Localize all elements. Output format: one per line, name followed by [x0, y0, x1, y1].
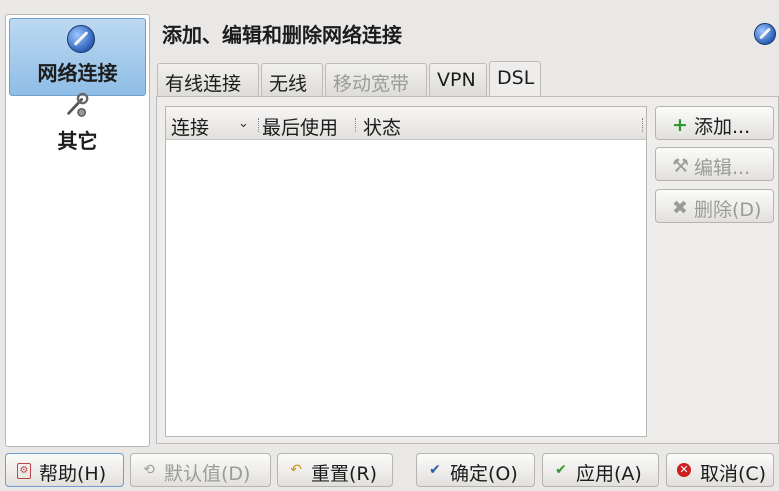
column-separator[interactable]	[258, 118, 261, 132]
help-icon: ⚙	[17, 463, 31, 479]
edit-button[interactable]: ⚒ 编辑...	[655, 147, 774, 181]
defaults-button-label: 默认值(D)	[164, 463, 251, 485]
tab-dsl[interactable]: DSL	[489, 61, 541, 96]
column-header-status[interactable]: 状态	[363, 113, 401, 140]
defaults-button[interactable]: ⟲ 默认值(D)	[130, 453, 271, 487]
help-button[interactable]: ⚙ 帮助(H)	[5, 453, 124, 487]
sidebar-item-other[interactable]: 其它	[9, 92, 146, 167]
plus-icon: +	[672, 114, 688, 136]
reset-button-label: 重置(R)	[311, 463, 378, 485]
column-header-last-used[interactable]: 最后使用	[262, 113, 338, 140]
add-button[interactable]: + 添加...	[655, 106, 774, 140]
undo-icon: ↶	[290, 462, 302, 478]
tab-label: 移动宽带	[333, 73, 410, 95]
list-header: 连接 ⌄ 最后使用 状态	[166, 107, 646, 140]
wrench-icon: ⚒	[672, 155, 690, 177]
column-separator[interactable]	[355, 118, 358, 132]
ok-button[interactable]: ✔ 确定(O)	[416, 453, 535, 487]
tab-label: 有线连接	[165, 73, 242, 95]
cancel-button[interactable]: ✕ 取消(C)	[666, 453, 774, 487]
apply-button-label: 应用(A)	[576, 463, 642, 485]
tab-wired[interactable]: 有线连接	[157, 63, 259, 96]
network-icon	[67, 25, 95, 53]
chevron-down-icon: ⌄	[238, 116, 249, 131]
delete-button[interactable]: ✖ 删除(D)	[655, 189, 774, 223]
apply-button[interactable]: ✔ 应用(A)	[542, 453, 659, 487]
checkmark-icon: ✔	[555, 462, 567, 478]
sidebar-item-label: 网络连接	[37, 61, 118, 85]
sidebar-item-network-connections[interactable]: 网络连接	[9, 18, 146, 96]
tab-label: 无线	[269, 73, 308, 95]
checkmark-icon: ✔	[429, 462, 441, 478]
page-title: 添加、编辑和删除网络连接	[162, 23, 402, 47]
connection-list[interactable]: 连接 ⌄ 最后使用 状态	[165, 106, 647, 437]
cancel-icon: ✕	[677, 463, 691, 477]
delete-button-label: 删除(D)	[694, 199, 762, 221]
edit-button-label: 编辑...	[694, 157, 751, 179]
network-icon	[754, 23, 776, 45]
tab-vpn[interactable]: VPN	[429, 63, 487, 96]
cancel-button-label: 取消(C)	[700, 463, 767, 485]
ok-button-label: 确定(O)	[450, 463, 518, 485]
sidebar: 网络连接 其它	[5, 14, 150, 447]
add-button-label: 添加...	[694, 116, 751, 138]
tab-label: DSL	[497, 67, 535, 89]
tab-label: VPN	[437, 69, 476, 91]
column-separator[interactable]	[642, 118, 645, 132]
delete-icon: ✖	[672, 197, 688, 219]
column-header-connection[interactable]: 连接	[171, 113, 209, 140]
help-button-label: 帮助(H)	[39, 463, 107, 485]
tab-mobile-broadband[interactable]: 移动宽带	[325, 63, 427, 96]
defaults-icon: ⟲	[143, 462, 155, 478]
reset-button[interactable]: ↶ 重置(R)	[277, 453, 393, 487]
tab-wireless[interactable]: 无线	[261, 63, 323, 96]
tools-icon	[67, 92, 89, 117]
sidebar-item-label: 其它	[57, 129, 98, 153]
